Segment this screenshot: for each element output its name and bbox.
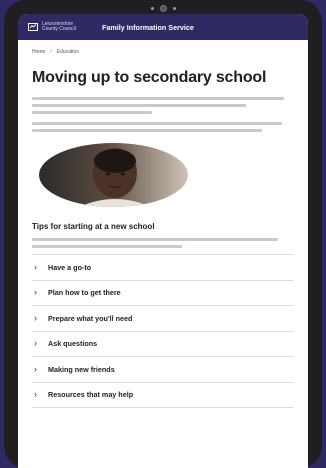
tablet-status-bar xyxy=(4,3,322,13)
intro-text xyxy=(32,97,294,132)
council-logo-icon xyxy=(28,23,38,31)
accordion-item-prepare-what-youll-need[interactable]: › Prepare what you'll need xyxy=(32,306,294,332)
device-screen: Leicestershire County Council Family Inf… xyxy=(18,14,308,468)
tips-intro-text xyxy=(32,238,294,248)
text-line xyxy=(32,245,182,248)
text-line xyxy=(32,104,246,107)
chevron-right-icon: › xyxy=(34,287,37,298)
accordion-item-have-a-go-to[interactable]: › Have a go-to xyxy=(32,255,294,281)
text-line xyxy=(32,111,152,114)
sensor-dot-icon xyxy=(172,6,176,10)
breadcrumb-separator: / xyxy=(50,49,52,55)
chevron-right-icon: › xyxy=(34,312,37,323)
accordion-item-label: Making new friends xyxy=(48,364,115,374)
chevron-right-icon: › xyxy=(34,261,37,272)
sensor-dot-icon xyxy=(150,6,154,10)
camera-icon xyxy=(159,4,167,12)
accordion-item-making-new-friends[interactable]: › Making new friends xyxy=(32,357,294,383)
hero-image xyxy=(39,143,188,207)
text-line xyxy=(32,122,282,125)
breadcrumb: Home / Education xyxy=(18,40,308,55)
breadcrumb-education[interactable]: Education xyxy=(57,49,79,55)
accordion-item-ask-questions[interactable]: › Ask questions xyxy=(32,332,294,357)
breadcrumb-home[interactable]: Home xyxy=(32,49,45,55)
student-photo xyxy=(39,143,188,207)
site-header: Leicestershire County Council Family Inf… xyxy=(18,14,308,40)
accordion-item-label: Have a go-to xyxy=(48,262,92,272)
chevron-right-icon: › xyxy=(34,389,37,400)
text-line xyxy=(32,97,284,100)
text-line xyxy=(32,129,262,132)
accordion-item-label: Resources that may help xyxy=(48,390,134,400)
accordion-item-plan-how-to-get-there[interactable]: › Plan how to get there xyxy=(32,281,294,306)
text-line xyxy=(32,238,278,241)
tablet-frame: Leicestershire County Council Family Inf… xyxy=(4,0,322,468)
chevron-right-icon: › xyxy=(34,363,37,374)
chevron-right-icon: › xyxy=(34,338,37,349)
tips-heading: Tips for starting at a new school xyxy=(32,222,155,231)
accordion-item-label: Prepare what you'll need xyxy=(48,313,133,323)
page-title: Moving up to secondary school xyxy=(32,69,267,86)
accordion-item-resources-that-may-help[interactable]: › Resources that may help xyxy=(32,383,294,408)
accordion-item-label: Plan how to get there xyxy=(48,288,121,298)
logo-text: Leicestershire County Council xyxy=(42,20,76,32)
accordion-item-label: Ask questions xyxy=(48,339,98,349)
site-title[interactable]: Family Information Service xyxy=(102,23,194,32)
council-logo[interactable]: Leicestershire County Council xyxy=(28,20,102,33)
tips-accordion: › Have a go-to › Plan how to get there ›… xyxy=(32,254,294,408)
